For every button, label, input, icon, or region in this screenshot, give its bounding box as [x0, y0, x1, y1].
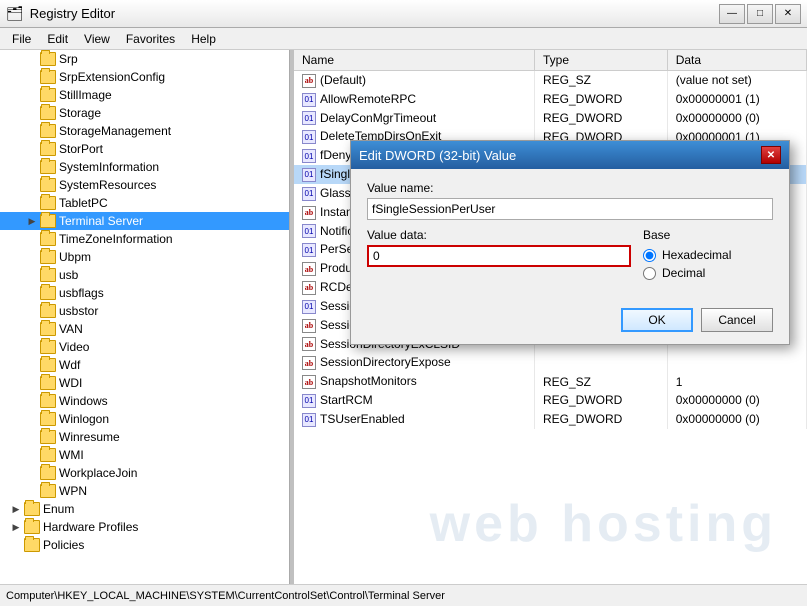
dialog-body: Value name: Value data: Base Hexadecimal	[351, 169, 789, 302]
cancel-button[interactable]: Cancel	[701, 308, 773, 332]
dialog-title: Edit DWORD (32-bit) Value	[359, 148, 516, 163]
value-name-label: Value name:	[367, 181, 773, 195]
value-data-label: Value data:	[367, 228, 631, 242]
dialog-footer: OK Cancel	[351, 302, 789, 344]
edit-dword-dialog: Edit DWORD (32-bit) Value ✕ Value name: …	[350, 140, 790, 345]
radio-decimal[interactable]: Decimal	[643, 266, 773, 280]
dialog-title-bar: Edit DWORD (32-bit) Value ✕	[351, 141, 789, 169]
value-data-section: Value data:	[367, 228, 631, 280]
radio-dec-input[interactable]	[643, 267, 656, 280]
value-name-input[interactable]	[367, 198, 773, 220]
modal-overlay: Edit DWORD (32-bit) Value ✕ Value name: …	[0, 0, 807, 606]
ok-button[interactable]: OK	[621, 308, 693, 332]
data-base-row: Value data: Base Hexadecimal Decimal	[367, 228, 773, 280]
radio-hexadecimal[interactable]: Hexadecimal	[643, 248, 773, 262]
radio-hex-label: Hexadecimal	[662, 248, 731, 262]
value-data-input[interactable]	[367, 245, 631, 267]
base-section: Base Hexadecimal Decimal	[643, 228, 773, 280]
radio-group: Hexadecimal Decimal	[643, 248, 773, 280]
radio-dec-label: Decimal	[662, 266, 705, 280]
base-label: Base	[643, 228, 773, 242]
dialog-close-button[interactable]: ✕	[761, 146, 781, 164]
radio-hex-input[interactable]	[643, 249, 656, 262]
